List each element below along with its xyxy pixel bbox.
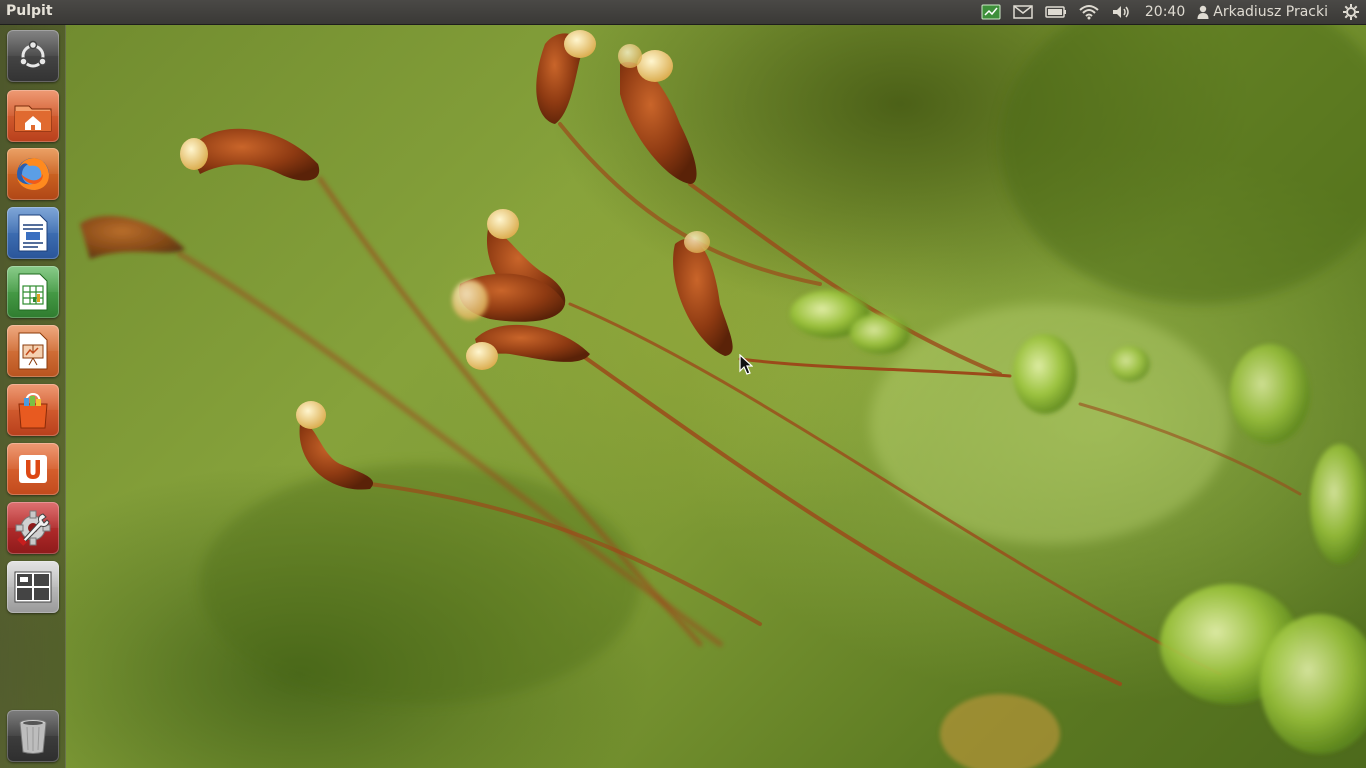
settings-wrench-icon xyxy=(15,510,51,546)
impress-icon xyxy=(18,332,48,370)
launcher-libreoffice-writer[interactable] xyxy=(7,207,59,259)
ubuntu-logo-icon xyxy=(19,40,47,68)
volume-icon[interactable] xyxy=(1105,0,1137,24)
writer-icon xyxy=(18,214,48,252)
top-panel: Pulpit 20:40 Arkadiusz Pracki xyxy=(0,0,1366,25)
home-folder-icon xyxy=(14,105,52,132)
launcher xyxy=(0,24,66,768)
firefox-icon xyxy=(17,158,49,190)
launcher-workspace-switcher[interactable] xyxy=(7,561,59,613)
wifi-icon[interactable] xyxy=(1073,0,1105,24)
launcher-ubuntu-one[interactable] xyxy=(7,443,59,495)
launcher-trash[interactable] xyxy=(7,710,59,762)
trash-icon xyxy=(19,719,47,754)
launcher-libreoffice-impress[interactable] xyxy=(7,325,59,377)
shopping-bag-icon xyxy=(18,392,48,429)
app-title: Pulpit xyxy=(6,3,53,19)
mail-icon[interactable] xyxy=(1007,0,1039,24)
launcher-system-settings[interactable] xyxy=(7,502,59,554)
launcher-firefox[interactable] xyxy=(7,148,59,200)
clock[interactable]: 20:40 xyxy=(1137,0,1193,24)
launcher-libreoffice-calc[interactable] xyxy=(7,266,59,318)
user-name: Arkadiusz Pracki xyxy=(1213,4,1328,20)
launcher-dash-button[interactable] xyxy=(7,30,59,82)
indicator-area: 20:40 Arkadiusz Pracki xyxy=(975,0,1366,24)
launcher-home-folder[interactable] xyxy=(7,90,59,142)
battery-icon[interactable] xyxy=(1039,0,1073,24)
desktop-wallpaper xyxy=(0,24,1366,768)
network-monitor-icon[interactable] xyxy=(975,0,1007,24)
launcher-software-center[interactable] xyxy=(7,384,59,436)
calc-icon xyxy=(18,273,48,311)
session-gear-icon[interactable] xyxy=(1336,0,1366,24)
user-menu[interactable]: Arkadiusz Pracki xyxy=(1193,0,1336,24)
ubuntu-one-icon xyxy=(19,455,47,483)
mouse-cursor-icon xyxy=(739,354,753,375)
moss-sporophytes-art xyxy=(80,24,1366,768)
workspaces-icon xyxy=(14,571,52,603)
user-icon xyxy=(1197,5,1209,19)
